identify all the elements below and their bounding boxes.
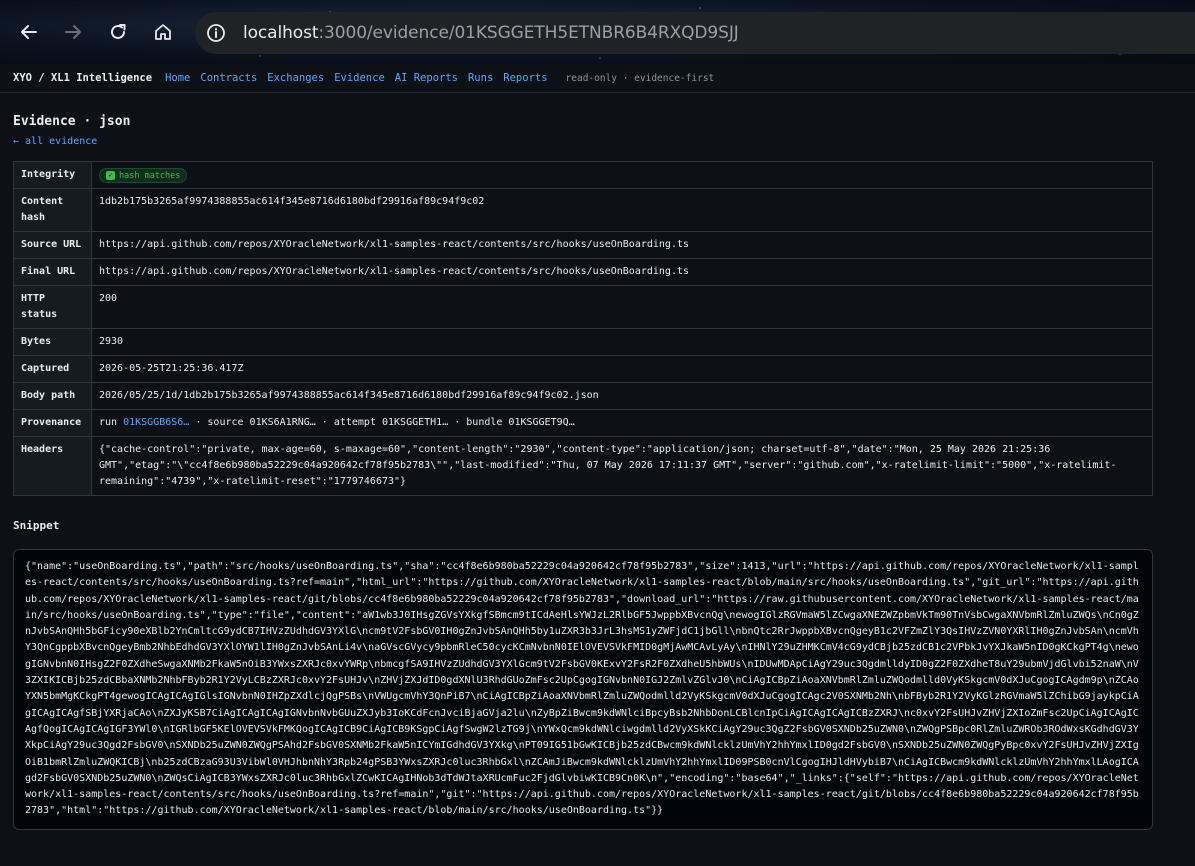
nav-link-evidence[interactable]: Evidence [334,72,385,84]
captured-label: Captured [13,355,92,383]
table-row: Integrity ✓ hash matches [13,161,1153,189]
brand: XYO / XL1 Intelligence [13,72,153,84]
check-icon: ✓ [106,171,115,180]
arrow-right-icon [65,25,81,39]
forward-button[interactable] [59,16,87,48]
home-button[interactable] [149,16,177,48]
url-host: localhost [243,23,319,43]
integrity-value: ✓ hash matches [91,161,1153,189]
table-row: Captured 2026-05-25T21:25:36.417Z [13,355,1153,383]
bytes-value: 2930 [91,328,1153,356]
nav-link-contracts[interactable]: Contracts [200,72,257,84]
bytes-label: Bytes [13,328,92,356]
nav-note: read-only · evidence-first [565,72,715,84]
source-url-value: https://api.github.com/repos/XYOracleNet… [91,231,1153,259]
body-path-label: Body path [13,382,92,410]
page-title: Evidence · json [13,114,131,129]
snippet-code-block: {"name":"useOnBoarding.ts","path":"src/h… [13,549,1153,830]
provenance-label: Provenance [13,409,92,437]
home-icon [155,24,171,40]
back-to-evidence-link[interactable]: ← all evidence [13,136,1153,147]
content-hash-value: 1db2b175b3265af9974388855ac614f345e8716d… [91,188,1153,232]
integrity-label: Integrity [13,161,92,189]
final-url-value: https://api.github.com/repos/XYOracleNet… [91,258,1153,286]
table-row: HTTP status 200 [13,285,1153,329]
nav-link-home[interactable]: Home [165,72,190,84]
source-url-label: Source URL [13,231,92,259]
address-bar[interactable]: localhost:3000/evidence/01KSGGETH5ETNBR6… [195,12,1195,54]
table-row: Bytes 2930 [13,328,1153,356]
table-row: Headers {"cache-control":"private, max-a… [13,436,1153,496]
reload-button[interactable] [104,16,132,48]
url-path: :3000/evidence/01KSGGETH5ETNBR6B4RXQD9SJ… [318,23,739,43]
evidence-meta-table: Integrity ✓ hash matches Content hash 1db… [13,161,1153,496]
provenance-run-prefix: run [99,417,118,428]
content-hash-label: Content hash [13,188,92,232]
browser-toolbar: localhost:3000/evidence/01KSGGETH5ETNBR6… [0,0,1195,64]
table-row: Body path 2026/05/25/1d/1db2b175b3265af9… [13,382,1153,410]
info-icon[interactable] [203,20,229,46]
main-content: Evidence · json ← all evidence Integrity… [13,93,1153,830]
headers-value: {"cache-control":"private, max-age=60, s… [91,436,1153,496]
snippet-heading: Snippet [13,519,60,532]
table-row: Provenance run 01KSGGB6S6… · source 01KS… [13,409,1153,437]
nav-link-exchanges[interactable]: Exchanges [267,72,324,84]
captured-value: 2026-05-25T21:25:36.417Z [91,355,1153,383]
final-url-label: Final URL [13,258,92,286]
nav-link-ai-reports[interactable]: AI Reports [395,72,458,84]
provenance-run-link[interactable]: 01KSGGB6S6… [123,417,189,428]
nav-link-runs[interactable]: Runs [468,72,493,84]
table-row: Source URL https://api.github.com/repos/… [13,231,1153,259]
status-badge: ✓ hash matches [99,168,188,183]
http-status-label: HTTP status [13,285,92,329]
provenance-details: · source 01KS6A1RNG… · attempt 01KSGGETH… [195,417,575,428]
badge-text: hash matches [119,170,181,181]
http-status-value: 200 [91,285,1153,329]
table-row: Final URL https://api.github.com/repos/X… [13,258,1153,286]
table-row: Content hash 1db2b175b3265af9974388855ac… [13,188,1153,232]
body-path-value: 2026/05/25/1d/1db2b175b3265af9974388855a… [91,382,1153,410]
back-button[interactable] [15,16,43,48]
headers-label: Headers [13,436,92,496]
reload-icon [111,24,126,39]
arrow-left-icon [21,25,37,39]
provenance-value: run 01KSGGB6S6… · source 01KS6A1RNG… · a… [91,409,1153,437]
nav-link-reports[interactable]: Reports [503,72,547,84]
url-text[interactable]: localhost:3000/evidence/01KSGGETH5ETNBR6… [243,23,739,43]
app-nav: XYO / XL1 Intelligence Home Contracts Ex… [0,64,1195,93]
